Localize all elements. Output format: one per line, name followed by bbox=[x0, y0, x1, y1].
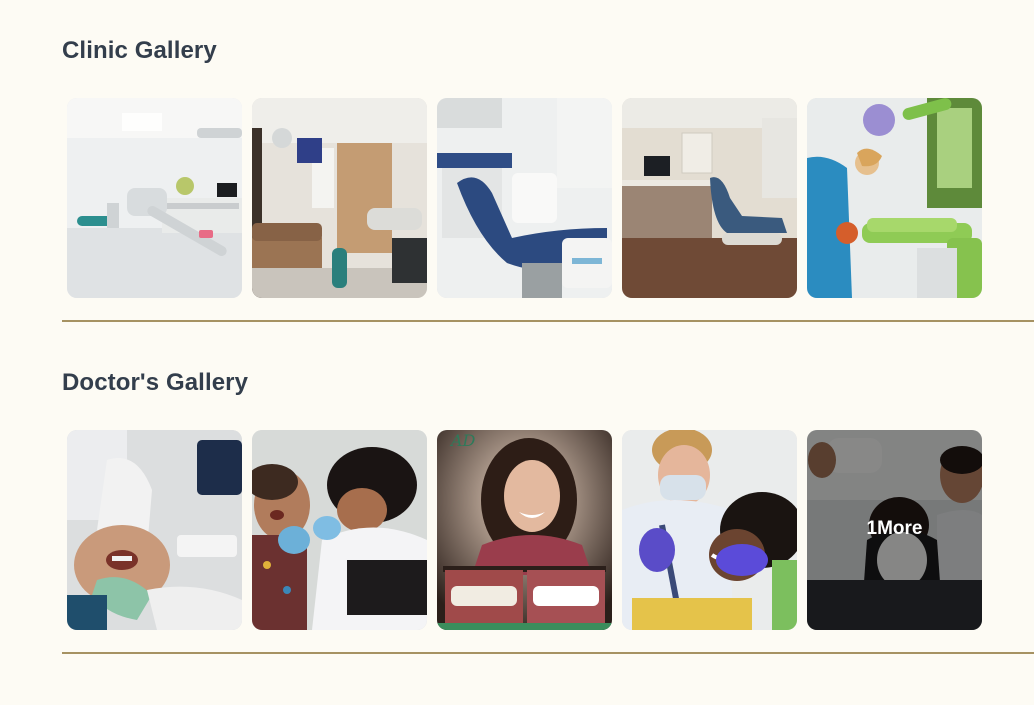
clinic-gallery-image-5[interactable] bbox=[807, 98, 982, 298]
dentist-mask-icon bbox=[622, 430, 797, 630]
doctors-gallery-image-5[interactable]: 1More bbox=[807, 430, 982, 630]
clinic-gallery-image-2[interactable] bbox=[252, 98, 427, 298]
dental-chair-icon bbox=[437, 98, 612, 298]
more-photos-label: 1More bbox=[866, 518, 923, 539]
doctors-gallery-image-4[interactable] bbox=[622, 430, 797, 630]
clinic-room-icon bbox=[67, 98, 242, 298]
doctors-gallery-row: AD 1More bbox=[67, 430, 982, 630]
dental-room-icon bbox=[622, 98, 797, 298]
svg-text:AD: AD bbox=[449, 431, 476, 450]
clinic-gallery-image-4[interactable] bbox=[622, 98, 797, 298]
clinic-gallery-divider bbox=[62, 320, 1034, 322]
before-after-icon: AD bbox=[437, 430, 612, 630]
child-exam-icon bbox=[252, 430, 427, 630]
clinic-gallery-image-3[interactable] bbox=[437, 98, 612, 298]
doctors-gallery-image-3[interactable]: AD bbox=[437, 430, 612, 630]
doctors-gallery-divider bbox=[62, 652, 1034, 654]
dentist-patient-icon bbox=[807, 98, 982, 298]
clinic-waiting-icon bbox=[252, 98, 427, 298]
doctors-gallery-title: Doctor's Gallery bbox=[62, 369, 249, 396]
clinic-gallery-title: Clinic Gallery bbox=[62, 37, 217, 64]
more-photos-overlay[interactable]: 1More bbox=[807, 430, 982, 630]
doctors-gallery-image-2[interactable] bbox=[252, 430, 427, 630]
doctors-gallery-image-1[interactable] bbox=[67, 430, 242, 630]
dental-exam-icon bbox=[67, 430, 242, 630]
clinic-gallery-image-1[interactable] bbox=[67, 98, 242, 298]
clinic-gallery-row bbox=[67, 98, 982, 298]
